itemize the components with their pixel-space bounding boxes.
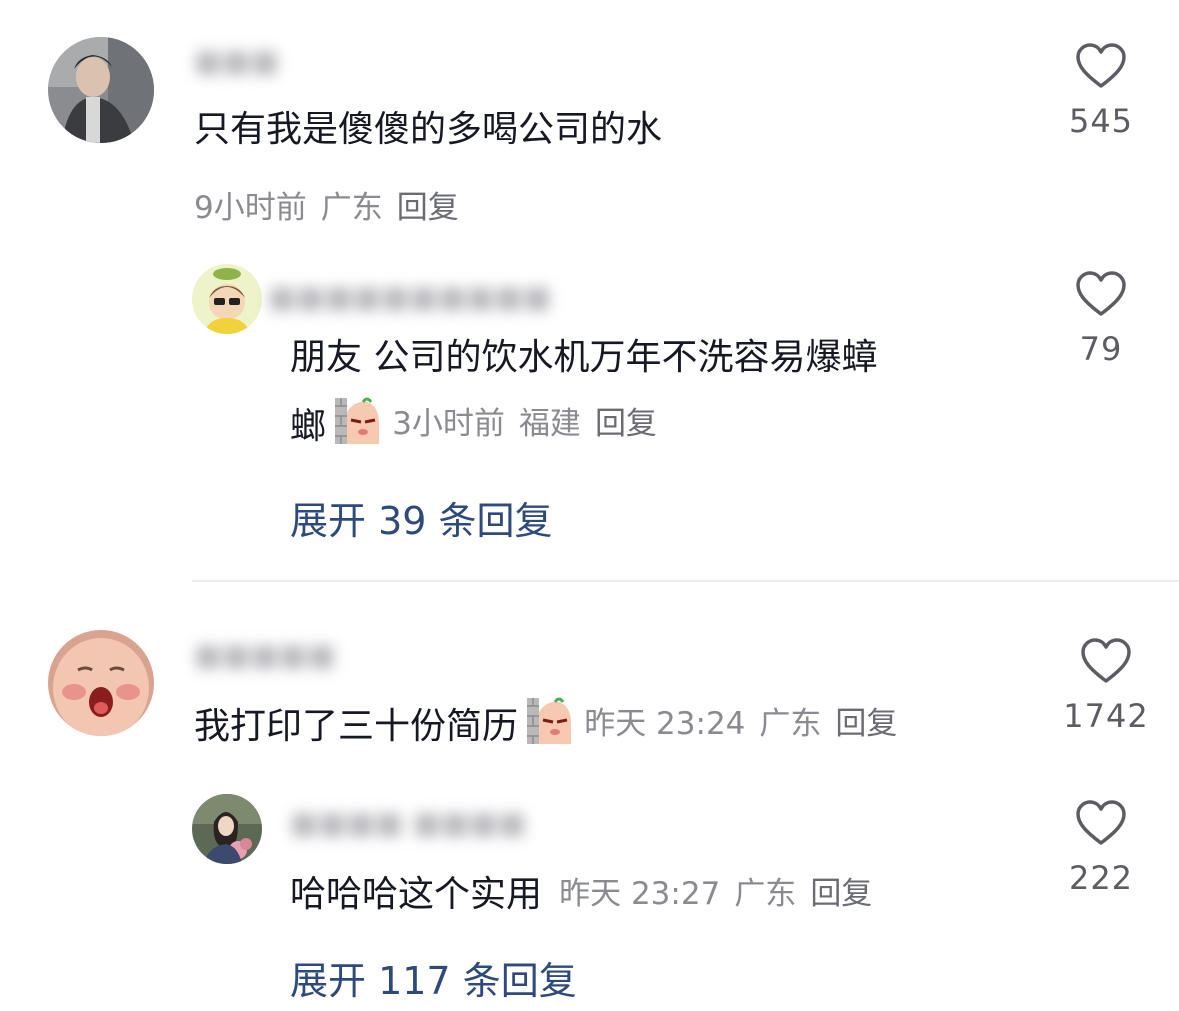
- reply-time: 3小时前: [392, 406, 505, 442]
- reply-meta: 昨天 23:27 广东 回复: [559, 876, 886, 912]
- comment-meta: 昨天 23:24 广东 回复: [584, 706, 911, 742]
- reply-text-line2: 螂: [290, 406, 327, 447]
- avatar-image: [48, 37, 154, 143]
- reply-text-line1: 朋友 公司的饮水机万年不洗容易爆蟑: [290, 337, 878, 378]
- reply-line2: 螂 3小时前 福建 回复: [290, 396, 671, 450]
- expand-replies-button[interactable]: 展开 117 条回复: [290, 950, 577, 1005]
- heart-outline-icon: [1081, 638, 1131, 683]
- wall-peek-emoji-icon: [333, 396, 381, 450]
- reply-location: 广东: [734, 876, 797, 912]
- reply-avatar[interactable]: [192, 264, 262, 334]
- reply-username[interactable]: ■■■■■■■■■■: [268, 280, 551, 315]
- like-button[interactable]: 545: [1061, 42, 1141, 140]
- reply-username[interactable]: ■■■■ ■■■■: [290, 806, 526, 841]
- reply-button[interactable]: 回复: [595, 406, 657, 442]
- comment-location: 广东: [320, 190, 383, 226]
- reply-button[interactable]: 回复: [397, 190, 459, 226]
- reply-avatar[interactable]: [192, 794, 262, 864]
- comment-username[interactable]: ■■■■■: [194, 638, 336, 673]
- like-button[interactable]: 222: [1061, 799, 1141, 897]
- wall-peek-emoji-icon: [525, 696, 573, 750]
- reply-time: 昨天 23:27: [559, 876, 721, 912]
- like-button[interactable]: 79: [1061, 270, 1141, 368]
- avatar-image: [192, 264, 262, 334]
- comment-username[interactable]: ■■■: [194, 44, 279, 79]
- reply-text: 哈哈哈这个实用: [290, 874, 543, 915]
- comment-time: 9小时前: [194, 190, 307, 226]
- comment-time: 昨天 23:24: [584, 706, 746, 742]
- divider: [192, 580, 1179, 582]
- like-count: 1742: [1063, 697, 1149, 735]
- reply-button[interactable]: 回复: [835, 706, 897, 742]
- comment-location: 广东: [759, 706, 822, 742]
- expand-replies-button[interactable]: 展开 39 条回复: [290, 490, 553, 545]
- reply-button[interactable]: 回复: [810, 876, 872, 912]
- reply-line: 哈哈哈这个实用 昨天 23:27 广东 回复: [290, 868, 886, 913]
- like-button[interactable]: 1742: [1061, 637, 1151, 735]
- avatar-image: [192, 794, 262, 864]
- heart-outline-icon: [1076, 43, 1126, 88]
- reply-meta: 3小时前 福建 回复: [392, 406, 671, 442]
- comment-line: 我打印了三十份简历 昨天 23:24 广东 回复: [194, 696, 911, 750]
- like-count: 79: [1079, 330, 1123, 368]
- comment-avatar[interactable]: [48, 37, 154, 143]
- reply-location: 福建: [518, 406, 581, 442]
- comment-text: 我打印了三十份简历: [194, 706, 519, 747]
- comment-avatar[interactable]: [48, 630, 154, 736]
- comment-meta: 9小时前 广东 回复: [194, 182, 473, 227]
- heart-outline-icon: [1076, 800, 1126, 845]
- like-count: 545: [1068, 102, 1134, 140]
- comment-text: 只有我是傻傻的多喝公司的水: [194, 109, 663, 150]
- avatar-image: [48, 630, 154, 736]
- heart-outline-icon: [1076, 271, 1126, 316]
- like-count: 222: [1068, 859, 1134, 897]
